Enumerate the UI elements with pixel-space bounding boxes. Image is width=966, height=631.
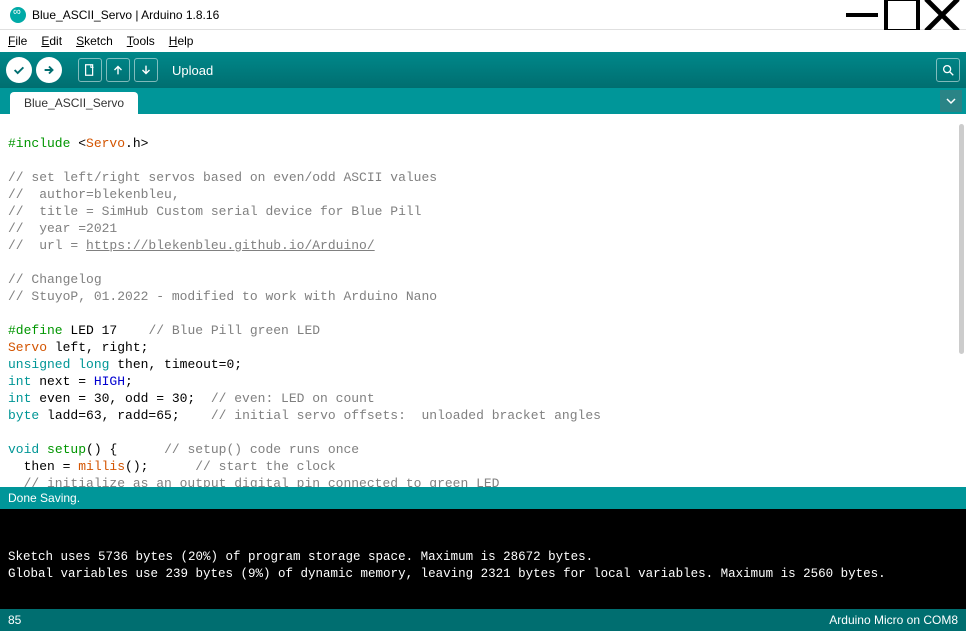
code-func: millis <box>78 459 125 474</box>
code-text: < <box>78 136 86 151</box>
code-comment: // author=blekenbleu, <box>8 187 180 202</box>
code-keyword: long <box>78 357 109 372</box>
board-info: Arduino Micro on COM8 <box>829 613 958 627</box>
minimize-button[interactable] <box>842 0 882 30</box>
maximize-button[interactable] <box>882 0 922 30</box>
code-func: setup <box>47 442 86 457</box>
tab-menu-button[interactable] <box>940 90 962 112</box>
code-type: Servo <box>86 136 125 151</box>
menu-tools[interactable]: Tools <box>123 32 159 50</box>
console-line: Global variables use 239 bytes (9%) of d… <box>8 567 886 581</box>
save-button[interactable] <box>134 58 158 82</box>
code-url: https://blekenbleu.github.io/Arduino/ <box>86 238 375 253</box>
verify-button[interactable] <box>6 57 32 83</box>
code-text: even = 30, odd = 30; <box>31 391 210 406</box>
console[interactable]: Sketch uses 5736 bytes (20%) of program … <box>0 509 966 609</box>
menu-sketch[interactable]: Sketch <box>72 32 117 50</box>
code-text: then = <box>8 459 78 474</box>
menu-file[interactable]: File <box>4 32 31 50</box>
open-button[interactable] <box>106 58 130 82</box>
console-line: Sketch uses 5736 bytes (20%) of program … <box>8 550 593 564</box>
code-keyword: int <box>8 391 31 406</box>
code-comment: // set left/right servos based on even/o… <box>8 170 437 185</box>
code-comment: // StuyoP, 01.2022 - modified to work wi… <box>8 289 437 304</box>
tabstrip: Blue_ASCII_Servo <box>0 88 966 114</box>
code-keyword: void <box>8 442 39 457</box>
toolbar-label: Upload <box>172 63 213 78</box>
code-comment: // url = <box>8 238 86 253</box>
code-comment: // even: LED on count <box>211 391 375 406</box>
code-text: then, timeout=0; <box>109 357 242 372</box>
code-keyword: #include <box>8 136 78 151</box>
new-file-icon <box>83 63 97 77</box>
code-comment: // title = SimHub Custom serial device f… <box>8 204 421 219</box>
code-text: ; <box>125 374 133 389</box>
code-editor[interactable]: #include <Servo.h> // set left/right ser… <box>0 114 966 487</box>
menu-help[interactable]: Help <box>165 32 198 50</box>
serial-monitor-button[interactable] <box>936 58 960 82</box>
sketch-tab[interactable]: Blue_ASCII_Servo <box>10 92 138 114</box>
footer-status: 85 Arduino Micro on COM8 <box>0 609 966 631</box>
code-text: (); <box>125 459 195 474</box>
code-comment: // Changelog <box>8 272 102 287</box>
chevron-down-icon <box>945 95 957 107</box>
code-keyword: #define <box>8 323 63 338</box>
code-keyword: unsigned <box>8 357 70 372</box>
upload-button[interactable] <box>36 57 62 83</box>
serial-monitor-icon <box>941 63 955 77</box>
menubar: File Edit Sketch Tools Help <box>0 30 966 52</box>
code-comment: // Blue Pill green LED <box>148 323 320 338</box>
code-text: .h> <box>125 136 148 151</box>
close-button[interactable] <box>922 0 962 30</box>
code-text: LED 17 <box>63 323 149 338</box>
code-comment: // initial servo offsets: unloaded brack… <box>211 408 601 423</box>
code-comment: // start the clock <box>195 459 335 474</box>
code-text: next = <box>31 374 93 389</box>
code-text: () { <box>86 442 164 457</box>
code-text <box>39 442 47 457</box>
editor-scrollbar[interactable] <box>959 124 964 354</box>
status-message: Done Saving. <box>8 491 80 505</box>
toolbar: Upload <box>0 52 966 88</box>
new-button[interactable] <box>78 58 102 82</box>
code-type: Servo <box>8 340 47 355</box>
code-text: ladd=63, radd=65; <box>39 408 211 423</box>
code-comment: // initialize as an output digital pin c… <box>8 476 499 487</box>
arrow-right-icon <box>42 63 56 77</box>
code-comment: // year =2021 <box>8 221 117 236</box>
arduino-app-icon <box>10 7 26 23</box>
titlebar: Blue_ASCII_Servo | Arduino 1.8.16 <box>0 0 966 30</box>
menu-edit[interactable]: Edit <box>37 32 66 50</box>
status-bar: Done Saving. <box>0 487 966 509</box>
window-title: Blue_ASCII_Servo | Arduino 1.8.16 <box>32 8 219 22</box>
code-comment: // setup() code runs once <box>164 442 359 457</box>
code-keyword: byte <box>8 408 39 423</box>
line-number: 85 <box>8 613 21 627</box>
arrow-up-icon <box>111 63 125 77</box>
check-icon <box>12 63 26 77</box>
code-constant: HIGH <box>94 374 125 389</box>
code-text: left, right; <box>47 340 148 355</box>
code-keyword: int <box>8 374 31 389</box>
arrow-down-icon <box>139 63 153 77</box>
